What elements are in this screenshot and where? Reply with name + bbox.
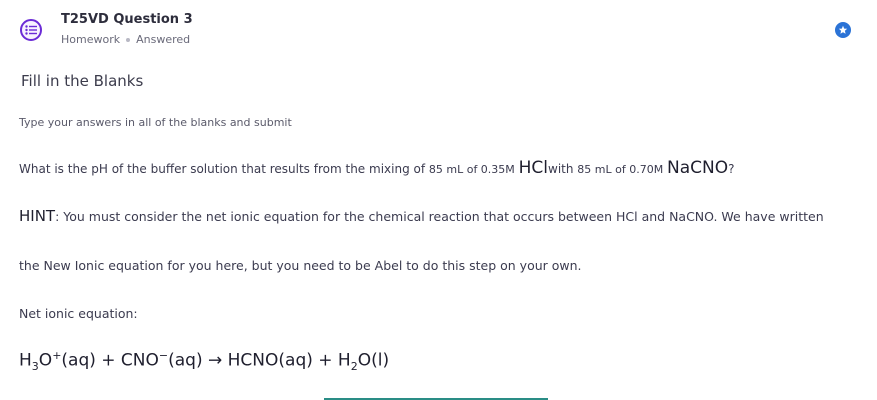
hint-label: HINT bbox=[19, 207, 56, 225]
eq-h2-sub: 2 bbox=[350, 360, 358, 374]
acid-formula: HCl bbox=[518, 158, 549, 178]
instructions-text: Type your answers in all of the blanks a… bbox=[19, 116, 292, 129]
eq-h: H bbox=[19, 350, 32, 371]
star-icon[interactable] bbox=[835, 22, 851, 38]
question-end: ? bbox=[728, 162, 735, 176]
volume-salt: 85 mL of 0.70M bbox=[577, 163, 664, 176]
assignment-type: Homework bbox=[61, 33, 121, 46]
eq-water: O(l) bbox=[357, 350, 390, 371]
salt-formula: NaCNO bbox=[667, 158, 729, 178]
eq-o: O bbox=[38, 350, 53, 371]
hint-text-1: : You must consider the net ionic equati… bbox=[55, 209, 824, 224]
volume-acid: 85 mL of 0.35M bbox=[428, 163, 515, 176]
net-ionic-label: Net ionic equation: bbox=[19, 306, 138, 321]
question-meta: Homework Answered bbox=[61, 33, 190, 46]
question-list-icon bbox=[20, 19, 42, 41]
eq-aq1: (aq) + CNO bbox=[61, 350, 159, 371]
separator-dot bbox=[126, 37, 131, 42]
section-title: Fill in the Blanks bbox=[21, 72, 144, 90]
question-part2: with bbox=[548, 162, 578, 176]
eq-minus: − bbox=[158, 349, 169, 362]
hint-line-1: HINT: You must consider the net ionic eq… bbox=[19, 207, 824, 225]
question-title: T25VD Question 3 bbox=[61, 12, 193, 27]
hint-line-2: the New Ionic equation for you here, but… bbox=[19, 258, 582, 273]
net-ionic-equation: H3O+(aq) + CNO−(aq) → HCNO(aq) + H2O(l) bbox=[19, 349, 389, 373]
eq-h-sub: 3 bbox=[31, 360, 39, 374]
status-text: Answered bbox=[136, 33, 191, 46]
question-part1: What is the pH of the buffer solution th… bbox=[19, 162, 429, 176]
eq-aq2: (aq) → HCNO(aq) + H bbox=[168, 350, 351, 371]
question-text: What is the pH of the buffer solution th… bbox=[19, 158, 735, 178]
